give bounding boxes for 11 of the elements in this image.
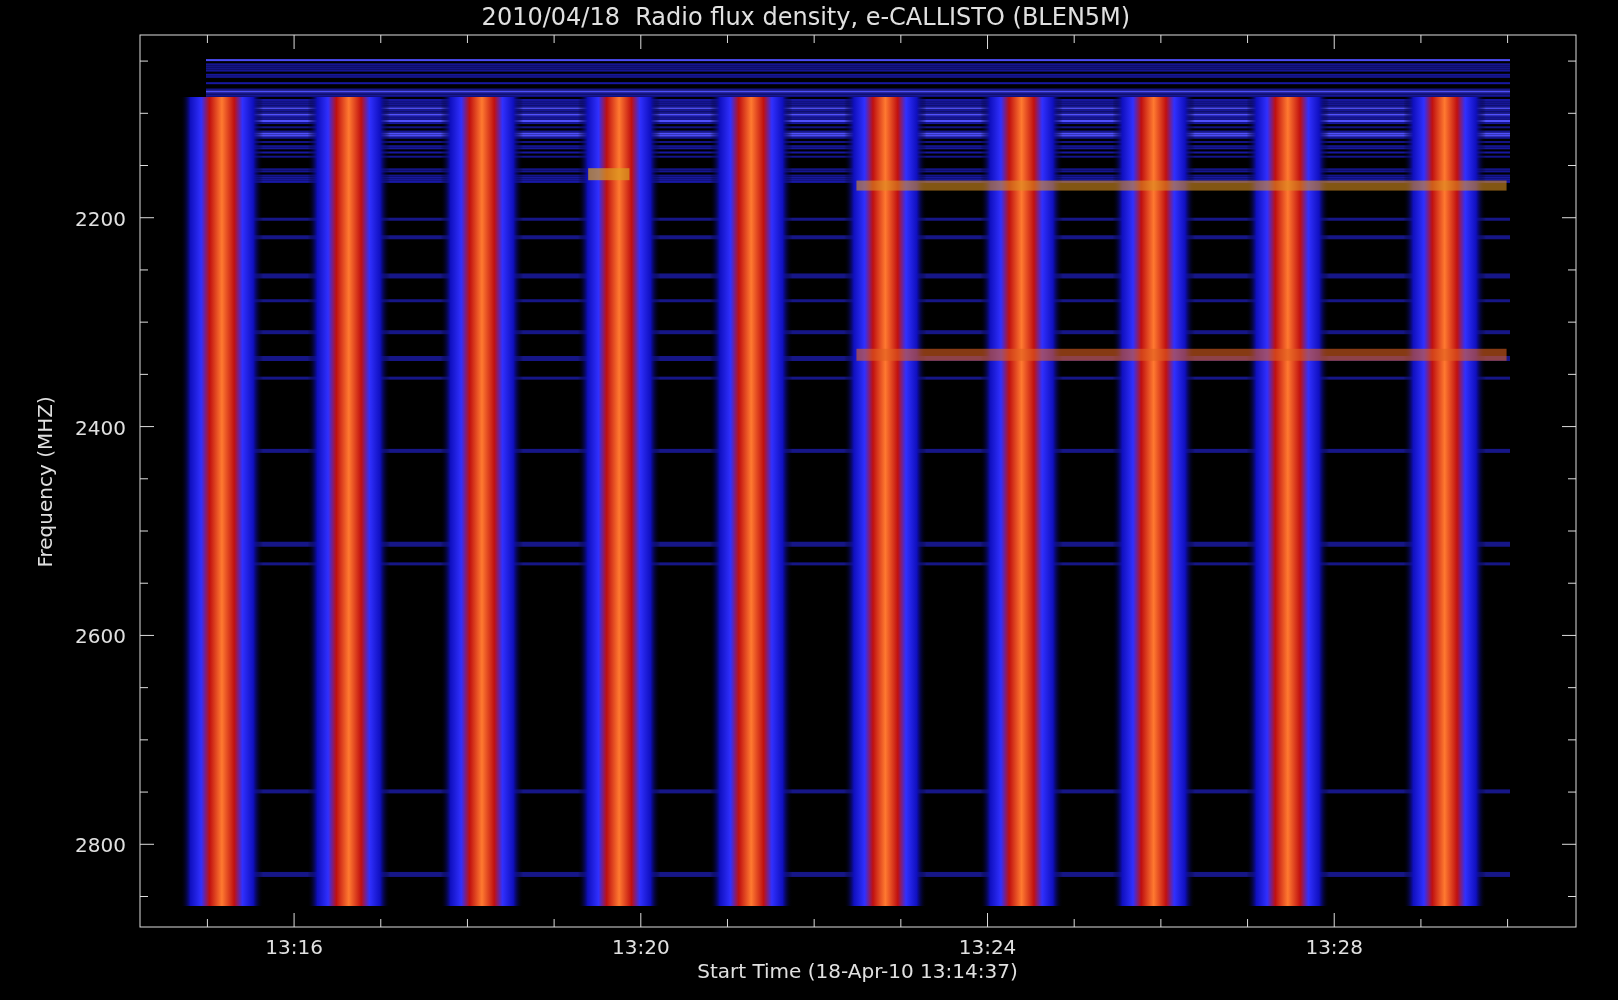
- x-tick-label: 13:28: [1305, 935, 1364, 959]
- y-tick-label: 2800: [75, 833, 126, 858]
- y-tick-label: 2600: [75, 624, 126, 649]
- x-tick-label: 13:24: [958, 935, 1017, 959]
- x-axis-label: Start Time (18-Apr-10 13:14:37): [697, 959, 1018, 983]
- x-tick-label: 13:20: [612, 935, 670, 959]
- y-tick-label: 2200: [75, 206, 126, 231]
- y-axis-label: Frequency (MHZ): [33, 396, 57, 568]
- y-tick-label: 2400: [75, 415, 126, 440]
- x-tick-label: 13:16: [265, 935, 323, 959]
- chart-title: 2010/04/18 Radio flux density, e-CALLISTO (BLEN5M): [481, 3, 1131, 31]
